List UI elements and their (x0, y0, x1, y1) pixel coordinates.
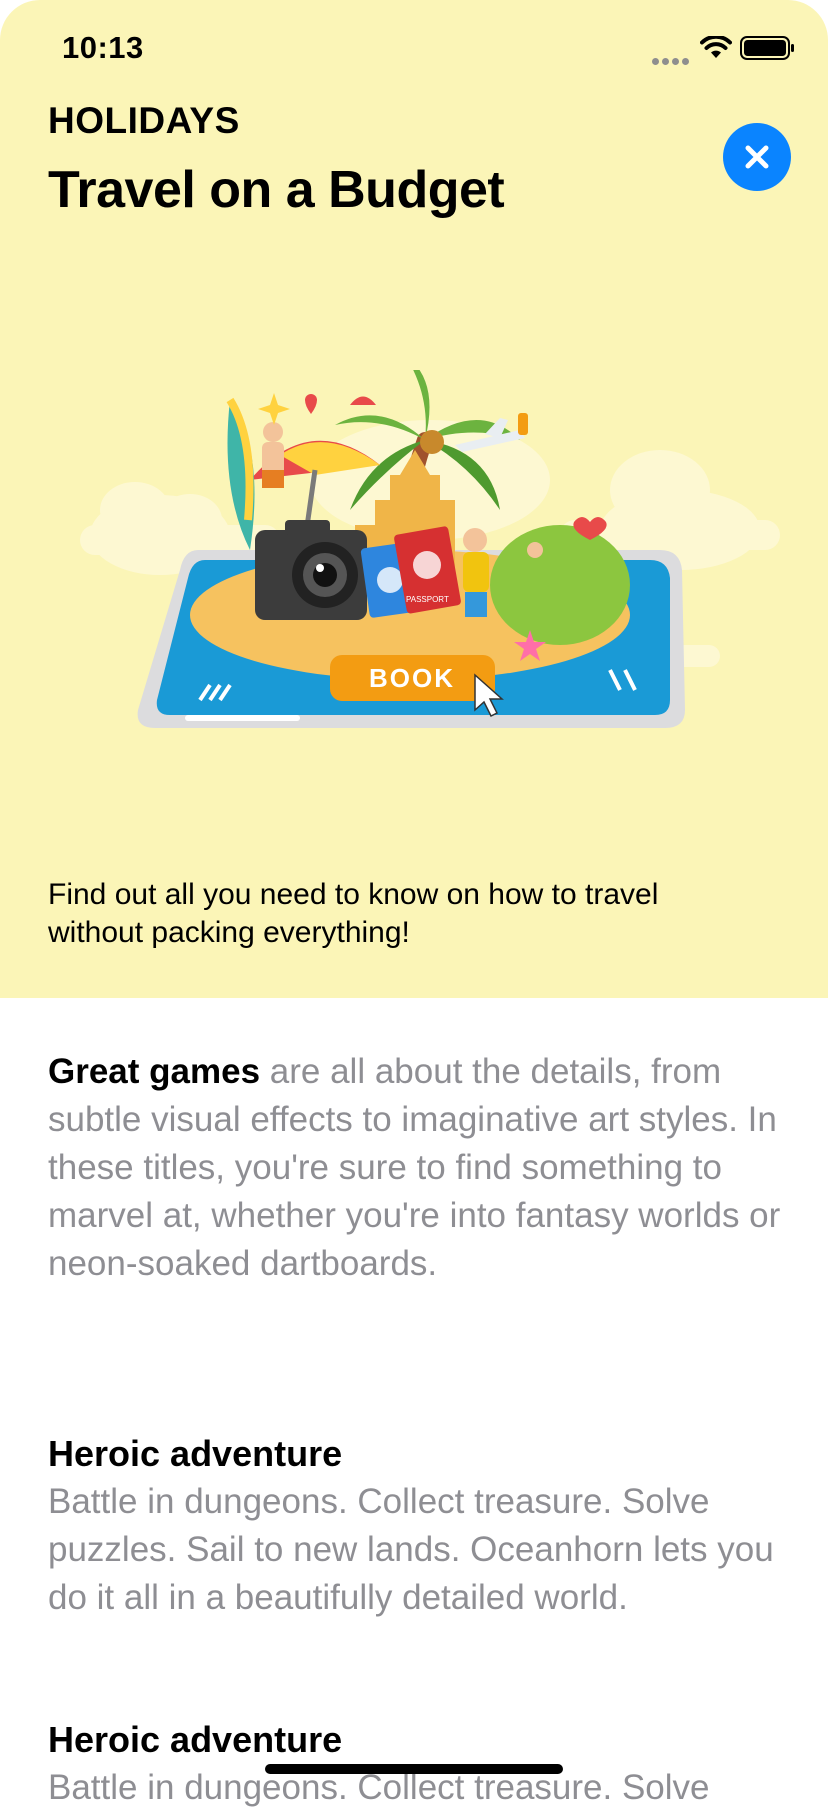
home-indicator[interactable] (265, 1764, 563, 1774)
article-intro: Great games are all about the details, f… (48, 1048, 788, 1288)
section-heading: Heroic adventure (48, 1719, 343, 1760)
passport-label: PASSPORT (406, 595, 449, 604)
close-icon (745, 145, 769, 169)
book-button-label: BOOK (369, 663, 455, 693)
section-heading: Heroic adventure (48, 1433, 343, 1474)
page-title: Travel on a Budget (48, 161, 505, 219)
cellular-signal-icon (652, 52, 692, 70)
status-time: 10:13 (62, 30, 144, 65)
article-section: Heroic adventure Battle in dungeons. Col… (48, 1430, 788, 1622)
category-label: HOLIDAYS (48, 100, 240, 141)
camera-icon (255, 520, 367, 620)
close-button[interactable] (723, 123, 791, 191)
hero-description: Find out all you need to know on how to … (48, 878, 659, 949)
section-body: Battle in dungeons. Collect treasure. So… (48, 1482, 774, 1617)
battery-icon (740, 36, 796, 65)
intro-lead: Great games (48, 1052, 261, 1091)
wifi-icon (700, 34, 732, 65)
location-pin-icon (305, 394, 317, 414)
travel-illustration: PASSPORT BOOK (80, 370, 780, 728)
sparkle-icon (258, 393, 290, 425)
